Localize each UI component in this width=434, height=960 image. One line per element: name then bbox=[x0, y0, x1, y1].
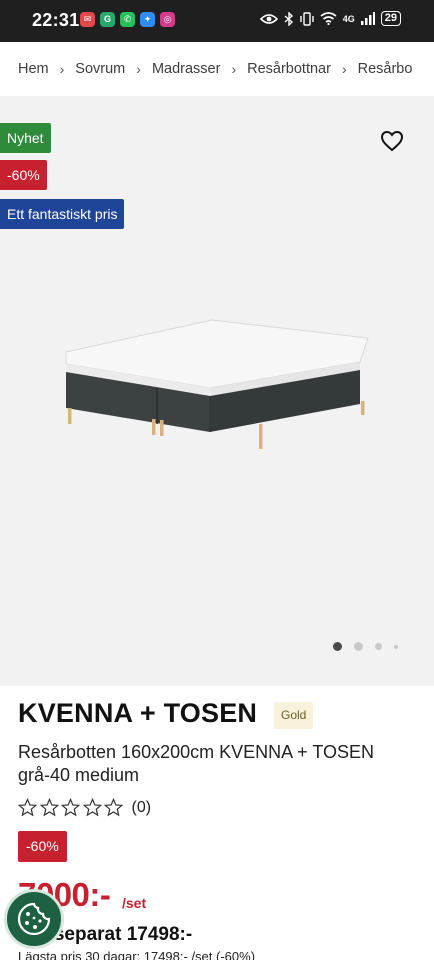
pagination-dot[interactable] bbox=[354, 642, 363, 651]
bluetooth-icon bbox=[284, 11, 293, 26]
star-empty-icon bbox=[104, 798, 123, 817]
breadcrumb-home[interactable]: Hem bbox=[18, 61, 49, 77]
signal-icon bbox=[360, 12, 375, 25]
cookie-settings-button[interactable] bbox=[4, 889, 64, 949]
pagination-dot[interactable] bbox=[333, 642, 342, 651]
cookie-icon bbox=[17, 902, 51, 936]
messenger-icon: ✦ bbox=[140, 12, 155, 27]
discount-badge: -60% bbox=[0, 160, 47, 190]
product-image bbox=[65, 319, 369, 449]
product-gallery[interactable]: Nyhet -60% Ett fantastiskt pris bbox=[0, 96, 434, 686]
chevron-right-icon: › bbox=[136, 61, 141, 77]
whatsapp-icon: ✆ bbox=[120, 12, 135, 27]
star-empty-icon bbox=[82, 798, 102, 817]
discount-tag: -60% bbox=[18, 831, 67, 862]
breadcrumb-resarbottnar[interactable]: Resårbottnar bbox=[247, 61, 331, 77]
chat-app-icon: G bbox=[100, 12, 115, 27]
chevron-right-icon: › bbox=[59, 61, 65, 77]
star-empty-icon bbox=[61, 798, 80, 817]
breadcrumb-madrasser[interactable]: Madrasser bbox=[152, 61, 221, 77]
status-bar: 22:31 ✉ G ✆ ✦ ◎ 4G 29 bbox=[0, 0, 434, 42]
battery-indicator: 29 bbox=[380, 11, 401, 26]
star-empty-icon bbox=[39, 798, 59, 817]
breadcrumb-sovrum[interactable]: Sovrum bbox=[75, 61, 125, 77]
status-indicators: 4G 29 bbox=[259, 11, 401, 26]
network-label: 4G bbox=[342, 13, 355, 24]
eye-icon bbox=[259, 13, 278, 24]
heart-icon[interactable] bbox=[380, 130, 404, 152]
rating-count: (0) bbox=[131, 798, 152, 816]
wifi-icon bbox=[320, 12, 337, 25]
rating[interactable]: (0) bbox=[18, 798, 151, 817]
instagram-icon: ◎ bbox=[160, 12, 175, 27]
status-app-icons: ✉ G ✆ ✦ ◎ bbox=[80, 12, 175, 27]
vibrate-icon bbox=[300, 11, 314, 26]
status-time: 22:31 bbox=[32, 10, 80, 30]
star-empty-icon bbox=[18, 798, 37, 817]
breadcrumb: Hem › Sovrum › Madrasser › Resårbottnar … bbox=[0, 42, 434, 96]
pagination-dot[interactable] bbox=[394, 644, 398, 649]
gold-tier-badge: Gold bbox=[274, 702, 314, 729]
product-subtitle: Resårbotten 160x200cm KVENNA + TOSEN grå… bbox=[18, 742, 375, 785]
gallery-pagination bbox=[333, 642, 398, 651]
price-unit: /set bbox=[122, 895, 147, 911]
notification-app-icon: ✉ bbox=[80, 12, 95, 27]
pagination-dot[interactable] bbox=[375, 643, 382, 650]
lowest-price-30-days: Lägsta pris 30 dagar: 17498:- /set (-60%… bbox=[18, 949, 256, 960]
breadcrumb-current[interactable]: Resårbo bbox=[358, 61, 413, 77]
chevron-right-icon: › bbox=[341, 61, 347, 77]
chevron-right-icon: › bbox=[231, 61, 237, 77]
new-badge: Nyhet bbox=[0, 123, 51, 153]
great-price-badge: Ett fantastiskt pris bbox=[0, 199, 125, 229]
product-title: KVENNA + TOSEN bbox=[18, 698, 258, 728]
